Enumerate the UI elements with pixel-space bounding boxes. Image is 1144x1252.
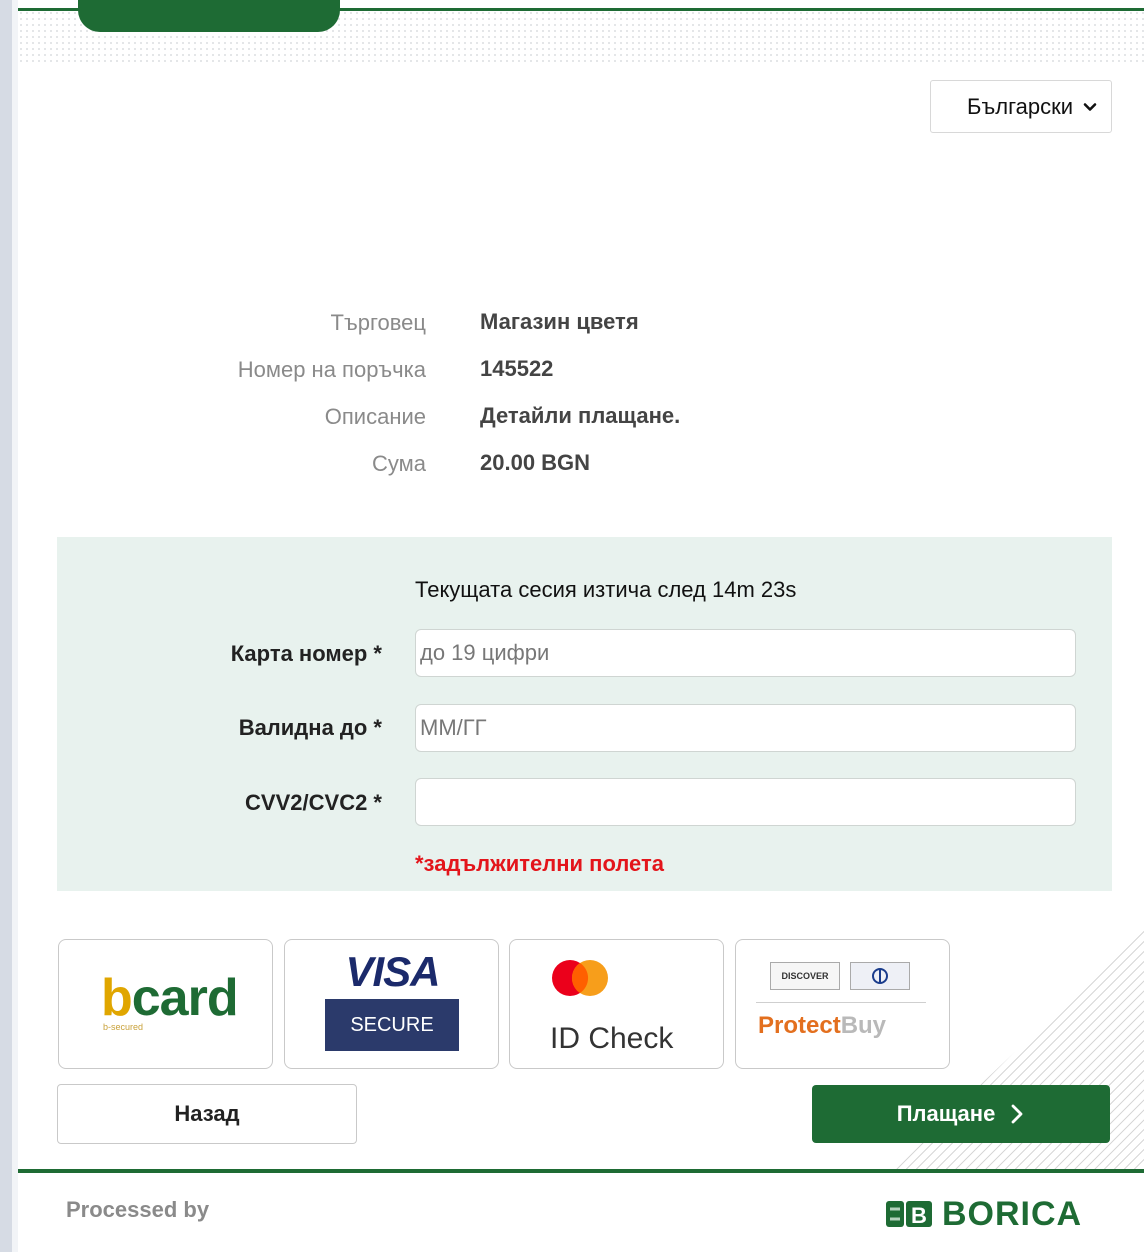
pay-button[interactable]: Плащане — [812, 1085, 1110, 1143]
back-button[interactable]: Назад — [57, 1084, 357, 1144]
processed-by-text: Processed by — [66, 1197, 210, 1222]
protectbuy-part2: Buy — [840, 1012, 887, 1039]
discover-badge: DISCOVER — [770, 962, 840, 990]
card-number-input[interactable] — [415, 629, 1076, 677]
cvv-input[interactable] — [415, 778, 1076, 826]
amount-row: Сума 20.00 BGN — [0, 443, 1144, 483]
description-row: Описание Детайли плащане. — [0, 396, 1144, 436]
left-edge — [0, 0, 12, 1252]
pay-button-label: Плащане — [896, 1101, 996, 1126]
bcard-wordmark: bcard — [101, 968, 239, 1028]
session-timer: Текущата сесия изтича след 14m 23s — [415, 577, 797, 602]
mastercard-icon — [552, 960, 608, 996]
order-number-label: Номер на поръчка — [237, 357, 426, 382]
merchant-label: Търговец — [330, 310, 426, 335]
order-number-row: Номер на поръчка 145522 — [0, 349, 1144, 389]
diners-club-icon — [872, 968, 888, 984]
header-tab — [78, 0, 340, 32]
borica-logo: B BORICA — [884, 1194, 1082, 1234]
borica-emblem-icon: B — [886, 1201, 932, 1228]
expiry-label: Валидна до * — [238, 715, 382, 740]
bcard-b: b — [101, 969, 133, 1027]
left-edge-inner — [12, 0, 18, 1252]
chevron-down-icon — [1083, 102, 1097, 111]
card-number-label: Карта номер * — [230, 641, 382, 666]
bcard-logo: bcard b-secured — [58, 939, 273, 1069]
merchant-row: Търговец Магазин цветя — [0, 302, 1144, 342]
amount-value: 20.00 BGN — [480, 450, 591, 475]
description-label: Описание — [324, 404, 426, 429]
visa-secure-logo: VISA SECURE — [284, 939, 499, 1069]
card-form-panel: Текущата сесия изтича след 14m 23s Карта… — [57, 537, 1112, 891]
language-selected: Български — [967, 93, 1073, 119]
card-network-badges: DISCOVER — [770, 962, 910, 990]
bcard-card: card — [131, 969, 239, 1027]
cvv-label: CVV2/CVC2 * — [245, 790, 382, 815]
order-number-value: 145522 — [480, 356, 554, 381]
diners-club-badge — [850, 962, 910, 990]
protectbuy-logo: DISCOVER ProtectBuy — [735, 939, 950, 1069]
svg-text:B: B — [911, 1203, 927, 1228]
chevron-right-icon — [1011, 1104, 1023, 1124]
bcard-sub: b-secured — [103, 1022, 144, 1032]
visa-secure-box: SECURE — [325, 999, 459, 1051]
description-value: Детайли плащане. — [480, 403, 681, 428]
expiry-input[interactable] — [415, 704, 1076, 752]
visa-title: VISA — [345, 948, 440, 995]
id-check-text: ID Check — [550, 1022, 674, 1055]
footer-line — [18, 1169, 1144, 1173]
borica-wordmark: BORICA — [942, 1194, 1083, 1233]
badge-divider — [756, 1002, 926, 1003]
amount-label: Сума — [371, 451, 426, 476]
protectbuy-wordmark: ProtectBuy — [758, 1012, 886, 1040]
protectbuy-part1: Protect — [758, 1012, 841, 1039]
required-fields-note: *задължителни полета — [415, 851, 664, 876]
mastercard-id-check-logo: ID Check — [509, 939, 724, 1069]
merchant-value: Магазин цветя — [480, 309, 639, 334]
language-select[interactable]: Български — [930, 80, 1112, 133]
